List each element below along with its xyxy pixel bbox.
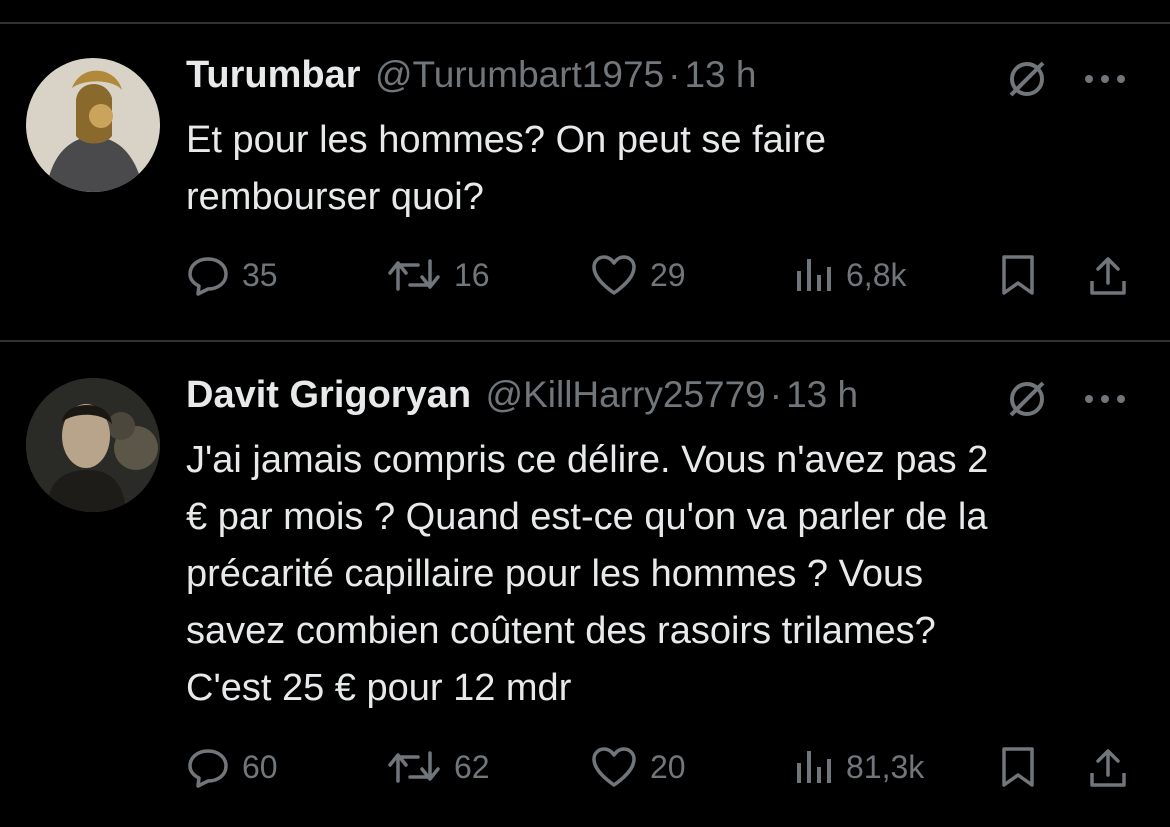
more-icon[interactable] bbox=[1080, 54, 1130, 104]
retweet-count: 62 bbox=[454, 748, 490, 785]
bookmark-icon bbox=[1002, 747, 1034, 787]
header-icons bbox=[1002, 54, 1130, 104]
text-line: J'ai jamais compris ce délire. Vous n'av… bbox=[186, 439, 989, 481]
avatar-turumbar[interactable] bbox=[26, 58, 160, 192]
share-icon bbox=[1090, 257, 1126, 295]
avatar-davit-grigoryan[interactable] bbox=[26, 378, 160, 512]
tweet-1-actions: 35 16 29 6,8k bbox=[186, 250, 1146, 300]
retweet-count: 16 bbox=[454, 256, 490, 293]
text-line: Et pour les hommes? On peut se faire bbox=[186, 119, 826, 161]
tweet-2-text: J'ai jamais compris ce délire. Vous n'av… bbox=[186, 432, 1141, 717]
views-icon bbox=[797, 751, 831, 783]
text-line: € par mois ? Quand est-ce qu'on va parle… bbox=[186, 496, 988, 538]
reply-icon bbox=[188, 257, 228, 296]
separator-dot: · bbox=[668, 54, 681, 95]
tweet-1-text: Et pour les hommes? On peut se faire rem… bbox=[186, 112, 1141, 226]
retweet-icon bbox=[388, 259, 440, 291]
reply-button[interactable]: 35 bbox=[186, 250, 278, 300]
bookmark-button[interactable] bbox=[998, 742, 1038, 792]
text-line: savez combien coûtent des rasoirs trilam… bbox=[186, 610, 936, 652]
like-icon bbox=[592, 747, 636, 787]
author-name[interactable]: Davit Grigoryan bbox=[186, 374, 471, 416]
views-icon bbox=[797, 259, 831, 291]
separator-dot: · bbox=[769, 374, 783, 415]
tweet-2-header: Davit Grigoryan @KillHarry25779 · 13 h bbox=[186, 374, 1130, 424]
tweet-1[interactable]: Turumbar @Turumbart1975 · 13 h Et pour les… bbox=[0, 0, 1170, 340]
like-count: 20 bbox=[650, 748, 686, 785]
grok-icon[interactable] bbox=[1002, 374, 1052, 424]
timestamp[interactable]: 13 h bbox=[786, 374, 858, 415]
share-button[interactable] bbox=[1086, 250, 1130, 300]
bookmark-icon bbox=[1002, 255, 1034, 295]
views-button[interactable]: 6,8k bbox=[794, 250, 906, 300]
share-icon bbox=[1090, 749, 1126, 787]
author-handle[interactable]: @Turumbart1975 bbox=[375, 54, 664, 95]
header-icons bbox=[1002, 374, 1130, 424]
reply-button[interactable]: 60 bbox=[186, 742, 278, 792]
share-button[interactable] bbox=[1086, 742, 1130, 792]
views-button[interactable]: 81,3k bbox=[794, 742, 924, 792]
reply-icon bbox=[188, 749, 228, 788]
more-icon[interactable] bbox=[1080, 374, 1130, 424]
timestamp[interactable]: 13 h bbox=[684, 54, 756, 95]
text-line: précarité capillaire pour les hommes ? V… bbox=[186, 553, 924, 595]
text-line: rembourser quoi? bbox=[186, 176, 484, 218]
bookmark-button[interactable] bbox=[998, 250, 1038, 300]
author-name[interactable]: Turumbar bbox=[186, 54, 361, 96]
tweet-2[interactable]: Davit Grigoryan @KillHarry25779 · 13 h J'a… bbox=[0, 342, 1170, 827]
retweet-button[interactable]: 16 bbox=[386, 250, 490, 300]
grok-icon[interactable] bbox=[1002, 54, 1052, 104]
views-count: 81,3k bbox=[846, 748, 925, 785]
tweet-1-header: Turumbar @Turumbart1975 · 13 h bbox=[186, 54, 1130, 104]
retweet-button[interactable]: 62 bbox=[386, 742, 490, 792]
reply-count: 35 bbox=[242, 256, 278, 293]
views-count: 6,8k bbox=[846, 256, 907, 293]
like-count: 29 bbox=[650, 256, 686, 293]
like-icon bbox=[592, 255, 636, 295]
text-line: C'est 25 € pour 12 mdr bbox=[186, 667, 572, 709]
like-button[interactable]: 29 bbox=[590, 250, 686, 300]
like-button[interactable]: 20 bbox=[590, 742, 686, 792]
tweet-2-actions: 60 62 20 81,3k bbox=[186, 742, 1146, 792]
reply-count: 60 bbox=[242, 748, 278, 785]
author-handle[interactable]: @KillHarry25779 bbox=[486, 374, 766, 415]
retweet-icon bbox=[388, 751, 440, 783]
